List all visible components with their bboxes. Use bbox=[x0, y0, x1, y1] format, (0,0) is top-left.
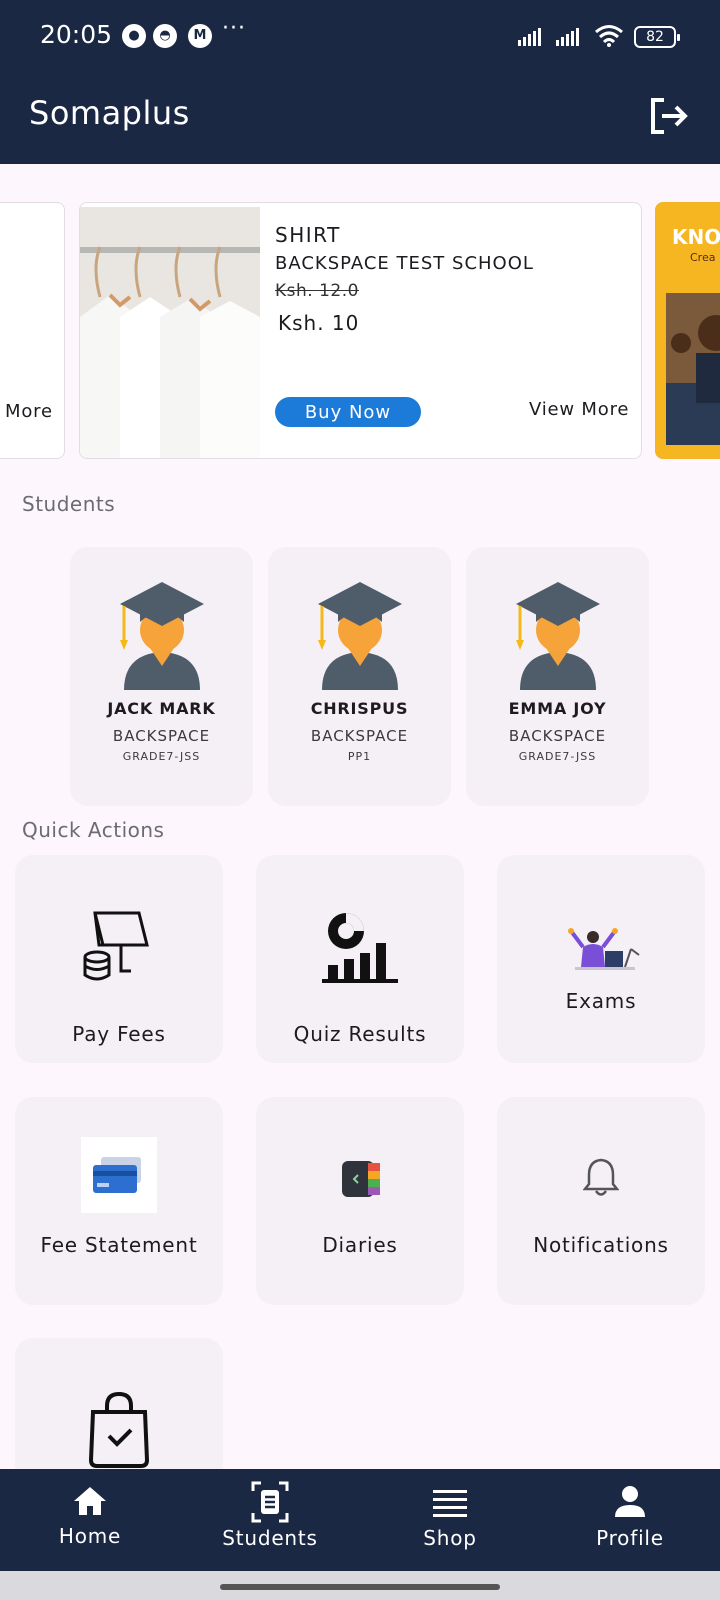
quick-actions-section-title: Quick Actions bbox=[22, 818, 165, 842]
diaries-icon bbox=[342, 1161, 380, 1197]
shop-icon bbox=[433, 1490, 467, 1517]
diaries-label: Diaries bbox=[322, 1233, 398, 1257]
student-card[interactable]: EMMA JOY BACKSPACE GRADE7-JSS bbox=[466, 547, 649, 806]
nav-shop-label: Shop bbox=[423, 1526, 477, 1550]
nav-students[interactable]: Students bbox=[215, 1469, 325, 1571]
nav-home[interactable]: Home bbox=[40, 1469, 140, 1571]
banner-card-shirt[interactable]: SHIRT BACKSPACE TEST SCHOOL Ksh. 12.0 Ks… bbox=[79, 202, 642, 459]
student-school: BACKSPACE bbox=[310, 727, 409, 745]
pay-fees-button[interactable]: Pay Fees bbox=[15, 855, 223, 1063]
banner-next-title: KNO bbox=[672, 225, 720, 249]
nav-students-label: Students bbox=[222, 1526, 318, 1550]
diaries-button[interactable]: Diaries bbox=[256, 1097, 464, 1305]
fee-statement-button[interactable]: Fee Statement bbox=[15, 1097, 223, 1305]
student-grade: GRADE7-JSS bbox=[518, 750, 597, 763]
gesture-area bbox=[0, 1571, 720, 1600]
students-section-title: Students bbox=[22, 492, 116, 516]
product-price: Ksh. 10 bbox=[278, 311, 360, 335]
home-gesture-bar[interactable] bbox=[220, 1584, 500, 1590]
student-grade: PP1 bbox=[347, 750, 372, 763]
nav-home-label: Home bbox=[58, 1524, 122, 1548]
quiz-results-button[interactable]: Quiz Results bbox=[256, 855, 464, 1063]
ghost-icon: ◓ bbox=[153, 24, 177, 48]
bottom-navigation: Home Students Shop Profile bbox=[0, 1469, 720, 1571]
fee-statement-icon bbox=[81, 1137, 157, 1213]
nav-profile-label: Profile bbox=[596, 1526, 664, 1550]
notifications-button[interactable]: Notifications bbox=[497, 1097, 705, 1305]
nav-shop[interactable]: Shop bbox=[400, 1469, 500, 1571]
banner-card-previous[interactable]: More bbox=[0, 202, 65, 459]
buy-now-button[interactable]: Buy Now bbox=[275, 397, 421, 427]
shop-orders-button[interactable] bbox=[15, 1338, 223, 1469]
student-school: BACKSPACE bbox=[508, 727, 607, 745]
home-icon bbox=[74, 1487, 106, 1515]
quiz-results-icon bbox=[322, 913, 398, 983]
fee-statement-label: Fee Statement bbox=[40, 1233, 198, 1257]
pay-fees-label: Pay Fees bbox=[72, 1022, 166, 1046]
banner-next-image bbox=[666, 293, 720, 445]
notifications-label: Notifications bbox=[533, 1233, 669, 1257]
battery-icon: 82 bbox=[634, 26, 680, 48]
chat-bubble-icon: ● bbox=[122, 24, 146, 48]
exams-icon bbox=[568, 928, 640, 970]
student-name: JACK MARK bbox=[107, 699, 216, 718]
product-old-price: Ksh. 12.0 bbox=[275, 281, 359, 301]
bell-icon bbox=[583, 1158, 619, 1196]
exams-button[interactable]: Exams bbox=[497, 855, 705, 1063]
nav-profile[interactable]: Profile bbox=[580, 1469, 680, 1571]
status-time: 20:05 bbox=[40, 20, 113, 49]
pay-fees-icon bbox=[83, 911, 149, 981]
exams-label: Exams bbox=[565, 989, 637, 1013]
app-title: Somaplus bbox=[29, 94, 190, 132]
graduate-avatar-icon bbox=[318, 582, 402, 690]
graduate-avatar-icon bbox=[120, 582, 204, 690]
student-card[interactable]: CHRISPUS BACKSPACE PP1 bbox=[268, 547, 451, 806]
signal-icon-2 bbox=[556, 28, 579, 46]
banner-next-subtitle: Crea bbox=[690, 251, 716, 264]
view-more-link[interactable]: View More bbox=[529, 399, 629, 420]
product-name: SHIRT bbox=[275, 223, 341, 247]
app-bar: Somaplus bbox=[0, 72, 720, 164]
product-school: BACKSPACE TEST SCHOOL bbox=[275, 253, 534, 274]
student-card[interactable]: JACK MARK BACKSPACE GRADE7-JSS bbox=[70, 547, 253, 806]
logout-icon[interactable] bbox=[646, 94, 690, 138]
more-notifications-icon: ··· bbox=[222, 16, 246, 41]
graduate-avatar-icon bbox=[516, 582, 600, 690]
student-name: CHRISPUS bbox=[310, 699, 409, 718]
student-grade: GRADE7-JSS bbox=[122, 750, 201, 763]
profile-icon bbox=[615, 1486, 645, 1517]
student-name: EMMA JOY bbox=[508, 699, 607, 718]
wifi-icon bbox=[595, 25, 623, 47]
banner-card-next[interactable]: KNO Crea bbox=[655, 202, 720, 459]
shirt-image bbox=[80, 207, 260, 458]
students-icon bbox=[251, 1481, 289, 1523]
shopping-bag-icon bbox=[88, 1392, 150, 1468]
quiz-results-label: Quiz Results bbox=[293, 1022, 427, 1046]
status-bar: 20:05 ● ◓ M ··· 82 bbox=[0, 0, 720, 72]
view-more-link[interactable]: More bbox=[5, 401, 53, 422]
m-app-icon: M bbox=[188, 24, 212, 48]
student-school: BACKSPACE bbox=[112, 727, 211, 745]
signal-icon bbox=[518, 28, 541, 46]
